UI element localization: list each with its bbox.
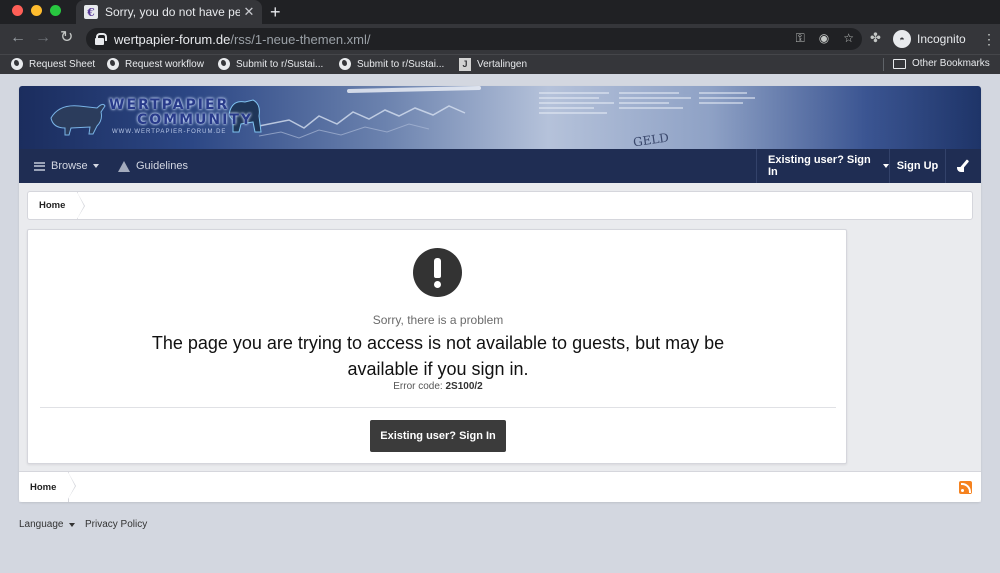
- bull-icon: [50, 103, 106, 136]
- bookmark-star-icon[interactable]: ☆: [843, 31, 854, 46]
- new-tab-button[interactable]: +: [270, 1, 281, 23]
- minimize-window-button[interactable]: [31, 5, 42, 16]
- bookmark-submit-2[interactable]: Submit to r/Sustai...: [339, 58, 444, 70]
- incognito-icon: ◓: [893, 30, 911, 48]
- globe-icon: [107, 58, 119, 70]
- logo-url: WWW.WERTPAPIER-FORUM.DE: [112, 129, 227, 135]
- warning-icon: [118, 160, 130, 172]
- lock-icon: [94, 33, 107, 45]
- incognito-label: Incognito: [917, 32, 966, 46]
- bookmark-label: Submit to r/Sustai...: [236, 58, 324, 70]
- bookmarks-separator: [883, 58, 884, 71]
- error-code: Error code: 2S100/2: [393, 381, 483, 392]
- error-subtitle: Sorry, there is a problem: [372, 313, 504, 327]
- globe-icon: [218, 58, 230, 70]
- bookmarks-bar: Request Sheet Request workflow Submit to…: [0, 54, 1000, 74]
- other-bookmarks[interactable]: Other Bookmarks: [893, 58, 990, 69]
- bookmark-label: Submit to r/Sustai...: [357, 58, 445, 70]
- maximize-window-button[interactable]: [50, 5, 61, 16]
- main-navigation: Browse Guidelines Existing user? Sign In…: [19, 149, 981, 183]
- breadcrumb-home[interactable]: Home: [28, 192, 86, 219]
- incognito-profile-button[interactable]: ◓ Incognito: [893, 30, 966, 48]
- tab-title: Sorry, you do not have permission: [105, 5, 240, 19]
- rss-feed-icon[interactable]: [959, 481, 972, 494]
- browser-menu-icon[interactable]: ⋮: [982, 31, 996, 47]
- forward-arrow-icon[interactable]: →: [35, 29, 51, 47]
- menu-list-icon: [34, 161, 45, 171]
- site-logo[interactable]: WERTPAPIER COMMUNITY: [109, 98, 253, 128]
- bookmark-label: Vertalingen: [477, 59, 528, 70]
- browser-tab-active[interactable]: € Sorry, you do not have permission ✕: [76, 0, 262, 24]
- sign-in-button[interactable]: Existing user? Sign In: [370, 420, 506, 452]
- url-path: /rss/1-neue-themen.xml/: [230, 31, 371, 47]
- key-icon[interactable]: ⚿: [796, 31, 805, 46]
- bookmark-label: Request workflow: [125, 58, 204, 70]
- nav-browse[interactable]: Browse: [34, 149, 99, 183]
- bookmark-submit-1[interactable]: Submit to r/Sustai...: [218, 58, 323, 70]
- extensions-puzzle-icon[interactable]: ✤: [870, 30, 881, 46]
- error-message: The page you are trying to access is not…: [151, 333, 725, 379]
- globe-icon: [339, 58, 351, 70]
- forum-page: WERTPAPIER COMMUNITY WWW.WERTPAPIER-FORU…: [19, 86, 981, 502]
- exclamation-circle-icon: [413, 248, 462, 297]
- reload-icon[interactable]: ↻: [60, 29, 73, 47]
- privacy-policy-link[interactable]: Privacy Policy: [85, 519, 147, 530]
- error-panel: Sorry, there is a problem The page you a…: [27, 229, 847, 464]
- url-host: wertpapier-forum.de: [114, 31, 231, 47]
- globe-icon: [11, 58, 23, 70]
- footer-breadcrumb-home[interactable]: Home: [19, 472, 77, 502]
- eye-off-icon[interactable]: ◉: [819, 31, 829, 46]
- bookmark-label: Request Sheet: [29, 58, 96, 70]
- divider: [40, 407, 836, 408]
- bookmark-request-workflow[interactable]: Request workflow: [107, 58, 204, 70]
- main-content: Home Sorry, there is a problem The page …: [19, 183, 981, 502]
- address-bar[interactable]: wertpapier-forum.de/rss/1-neue-themen.xm…: [86, 28, 862, 50]
- caret-down-icon: [68, 522, 75, 527]
- site-favicon-icon: €: [84, 5, 98, 19]
- nav-guidelines[interactable]: Guidelines: [118, 149, 188, 183]
- folder-icon: [893, 58, 906, 69]
- footer-breadcrumb-bar: Home: [19, 471, 981, 502]
- nav-sign-in[interactable]: Existing user? Sign In: [756, 149, 889, 183]
- language-selector[interactable]: Language: [19, 519, 75, 530]
- back-arrow-icon[interactable]: ←: [10, 29, 26, 47]
- j-icon: J: [459, 58, 471, 71]
- browser-tab-bar: € Sorry, you do not have permission ✕ +: [0, 0, 1000, 24]
- other-bookmarks-label: Other Bookmarks: [912, 58, 990, 69]
- bookmark-request-sheet[interactable]: Request Sheet: [11, 58, 95, 70]
- site-banner[interactable]: WERTPAPIER COMMUNITY WWW.WERTPAPIER-FORU…: [19, 86, 981, 149]
- caret-down-icon: [92, 164, 99, 168]
- theme-brush-button[interactable]: [945, 149, 981, 183]
- browser-toolbar: ← → ↻ wertpapier-forum.de/rss/1-neue-the…: [0, 24, 1000, 54]
- breadcrumb: Home: [27, 191, 973, 220]
- error-code-value: 2S100/2: [445, 381, 483, 392]
- paint-brush-icon: [956, 159, 971, 173]
- close-window-button[interactable]: [12, 5, 23, 16]
- nav-sign-up[interactable]: Sign Up: [889, 149, 945, 183]
- bookmark-vertalingen[interactable]: J Vertalingen: [459, 58, 527, 71]
- tab-close-icon[interactable]: ✕: [240, 4, 258, 20]
